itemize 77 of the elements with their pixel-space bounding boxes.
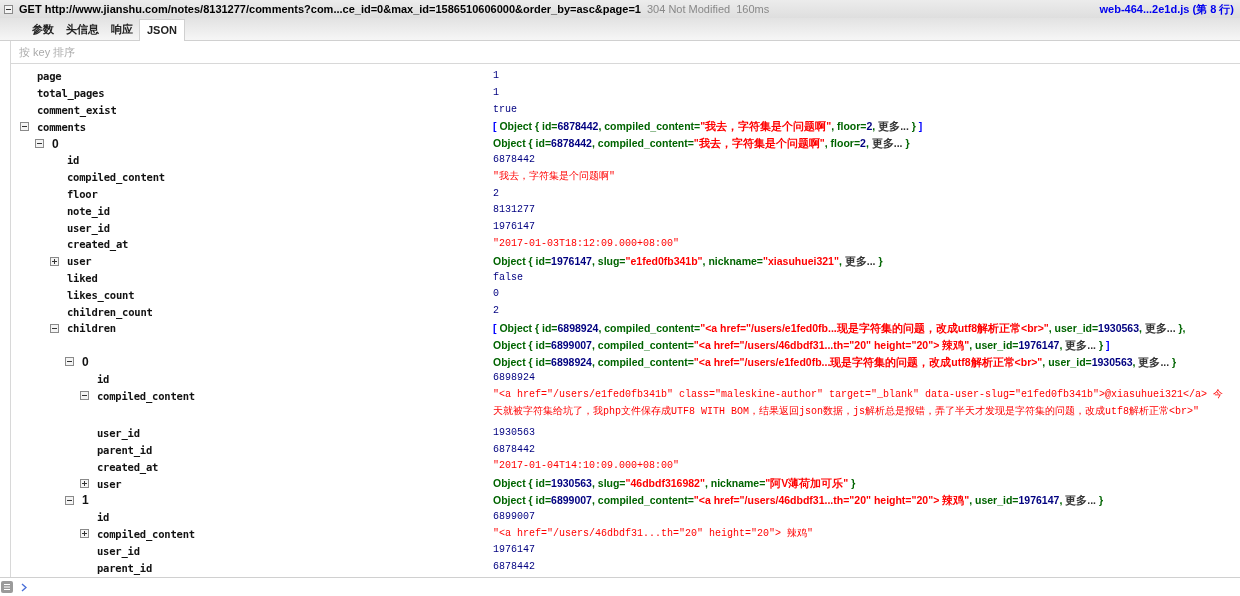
collapse-icon[interactable] [4,4,13,14]
json-key: 0 [52,136,59,151]
json-value: "2017-01-03T18:12:09.000+08:00" [493,236,681,251]
json-value: 0 [493,287,500,302]
json-key: id [67,154,80,167]
collapse-icon[interactable] [20,122,29,132]
json-value: 6898924 [493,371,536,386]
json-key: parent_id [97,443,153,456]
json-value: 1976147 [493,543,536,558]
json-key: compiled_content [97,389,195,402]
expand-icon[interactable] [80,479,89,488]
json-key: user_id [97,427,140,440]
json-key: created_at [97,460,159,473]
json-value: "我去，字符集是个问题啊" [493,169,616,184]
json-value: 8131277 [493,203,536,218]
json-key: note_id [67,204,110,217]
json-key: total_pages [37,87,105,100]
json-value: 1930563 [493,425,536,440]
json-value: false [493,270,524,285]
object-preview[interactable]: [ Object { id=6898924, compiled_content="<a href="/users/e1fed0fb...现是字符集的问题，改成utf8解析正常<br>", user_id=1930563, 更多... }, [493,319,1186,337]
json-key: compiled_content [97,527,195,540]
json-key: floor [67,187,98,200]
collapse-icon[interactable] [50,323,59,333]
tab[interactable]: 参数 [26,18,60,41]
expand-icon[interactable] [80,529,89,539]
status-text: 304 Not Modified [647,3,731,15]
time-text: 160ms [736,3,770,15]
json-key: children_count [67,305,153,318]
json-key: likes_count [67,288,135,301]
json-value: 6878442 [493,560,536,575]
json-value: true [493,102,518,117]
json-key: user_id [67,221,110,234]
json-value: "<a href="/users/46dbdf31...th="20" height="20"> 辣鸡" [493,526,815,541]
json-key: user [97,477,122,490]
console-menu-icon[interactable] [1,581,13,593]
json-key: comment_exist [37,104,117,116]
tab[interactable]: JSON [139,19,185,41]
collapse-icon[interactable] [80,391,89,401]
json-value: 2 [493,304,500,319]
json-value: 1 [493,85,500,100]
json-value: 6878442 [493,442,536,457]
json-value: 6899007 [493,509,536,524]
json-value: 2 [493,186,500,201]
object-preview[interactable]: [ Object { id=6878442, compiled_content="我去，字符集是个问题啊", floor=2, 更多... } ] [493,118,923,136]
json-key: id [97,372,110,385]
json-key: id [97,511,110,524]
json-key: 1 [82,493,89,508]
object-preview[interactable]: Object { id=6899007, compiled_content="<a href="/users/46dbdf31...th="20" height="20"> 辣鸡", user_id=1976147, 更多... } [493,491,1103,509]
tab[interactable]: 头信息 [60,18,105,41]
tab[interactable]: 响应 [105,18,139,41]
collapse-icon[interactable] [65,495,74,505]
json-key: parent_id [97,561,153,574]
object-preview[interactable]: Object { id=1976147, slug="e1fed0fb341b", nickname="xiasuhuei321", 更多... } [493,252,883,270]
json-key: user_id [97,544,140,557]
request-url: GET http://www.jianshu.com/notes/8131277/comments?com...ce_id=0&max_id=1586510606000&order_by=asc&page=1 [19,3,641,15]
json-key: created_at [67,238,129,251]
json-key: comments [37,120,86,133]
json-key: liked [67,271,98,284]
collapse-icon[interactable] [35,139,44,149]
prompt-chevron-icon [21,582,27,592]
json-value: 6878442 [493,153,536,167]
expand-icon[interactable] [50,256,59,266]
json-value: "<a href="/users/e1fed0fb341b" class="maleskine-author" target="_blank" data-user-slug="e1fed0fb341b">@xiasuhuei321</a> 今天就被字符集给坑了，我php文件保存成UTF8 WITH BOM，结果返回json数据，js解析总是报错，弄了半天才发现是字符集的问题，改成utf8解析正常<br>" [493,388,1225,419]
json-value: "2017-01-04T14:10:09.000+08:00" [493,459,681,474]
object-preview[interactable]: Object { id=6878442, compiled_content="我去，字符集是个问题啊", floor=2, 更多... } [493,135,910,152]
json-value: 1976147 [493,220,536,235]
json-key: compiled_content [67,171,165,184]
json-key: user [67,255,92,268]
object-preview[interactable]: Object { id=6898924, compiled_content="<a href="/users/e1fed0fb...现是字符集的问题，改成utf8解析正常<br>", user_id=1930563, 更多... } [493,353,1177,371]
source-link[interactable]: web-464...2e1d.js (第 8 行) [1099,1,1234,17]
object-preview[interactable]: Object { id=6899007, compiled_content="<a href="/users/46dbdf31...th="20" height="20"> 辣鸡", user_id=1976147, 更多... } ] [493,336,1110,354]
json-value: 1 [493,69,500,83]
json-key: children [67,322,116,335]
json-key: 0 [82,354,89,369]
collapse-icon[interactable] [65,357,74,367]
json-key: page [37,70,62,83]
object-preview[interactable]: Object { id=1930563, slug="46dbdf316982", nickname="阿V薄荷加可乐" } [493,475,856,492]
